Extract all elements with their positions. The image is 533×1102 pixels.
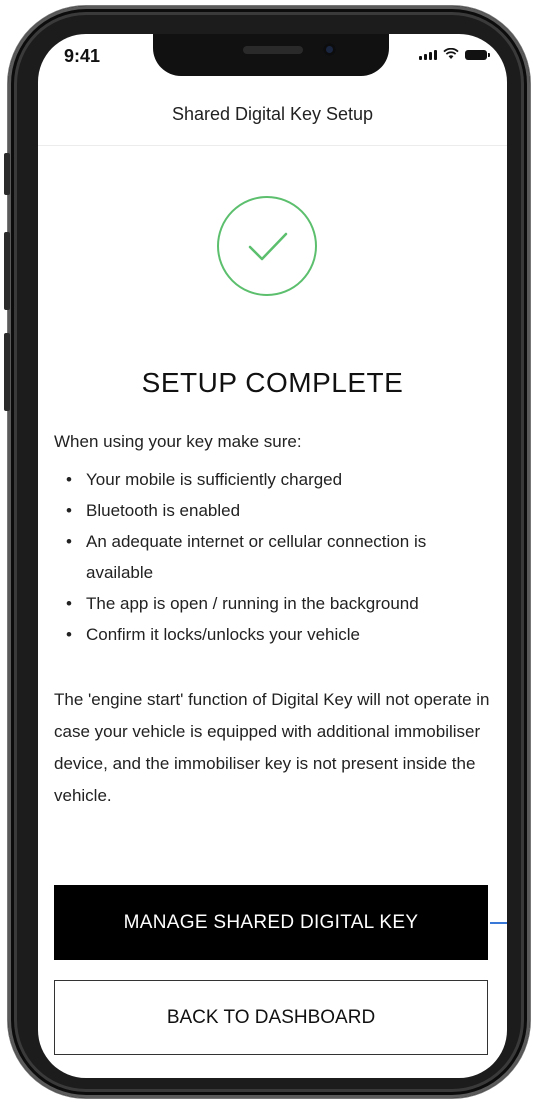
battery-icon — [465, 50, 490, 60]
bullet-icon: • — [66, 470, 72, 489]
tip-text: Bluetooth is enabled — [86, 501, 241, 520]
page-title: SETUP COMPLETE — [141, 367, 404, 398]
bullet-icon: • — [66, 594, 72, 613]
manage-shared-digital-key-button[interactable]: MANAGE SHARED DIGITAL KEY — [54, 885, 488, 960]
signal-icon — [419, 50, 437, 60]
phone-volume-up — [4, 232, 10, 310]
bullet-icon: • — [66, 532, 72, 551]
tip-text: An adequate internet or cellular connect… — [86, 532, 427, 582]
tip-text: Your mobile is sufficiently charged — [86, 470, 343, 489]
app-screen: 9:41 Shared Digital Key Setup SETUP COMP… — [38, 34, 507, 1078]
list-item: • Bluetooth is enabled — [54, 495, 494, 526]
wifi-icon — [443, 48, 459, 59]
notch — [153, 34, 389, 76]
tips-list: • Your mobile is sufficiently charged • Bl… — [54, 464, 494, 650]
scroll-indicator — [490, 922, 507, 924]
tip-text: Confirm it locks/unlocks your vehicle — [86, 625, 360, 644]
status-time: 9:41 — [64, 46, 101, 66]
phone-silent-switch — [4, 153, 10, 195]
list-item: • The app is open / running in the backgr… — [54, 588, 494, 619]
header-divider — [38, 145, 507, 146]
tips-intro: When using your key make sure: — [54, 432, 302, 451]
speaker-grille — [243, 46, 303, 54]
success-checkmark-icon — [217, 196, 317, 296]
front-camera — [323, 43, 336, 56]
bullet-icon: • — [66, 501, 72, 520]
list-item: • An adequate internet or cellular connec… — [54, 526, 494, 588]
engine-start-disclaimer: The 'engine start' function of Digital K… — [54, 690, 490, 805]
back-to-dashboard-button[interactable]: BACK TO DASHBOARD — [54, 980, 488, 1055]
bullet-icon: • — [66, 625, 72, 644]
phone-volume-down — [4, 333, 10, 411]
header-title: Shared Digital Key Setup — [171, 104, 374, 124]
status-icons — [419, 48, 490, 60]
tip-text: The app is open / running in the backgro… — [86, 594, 419, 613]
list-item: • Your mobile is sufficiently charged — [54, 464, 494, 495]
list-item: • Confirm it locks/unlocks your vehicle — [54, 619, 494, 650]
